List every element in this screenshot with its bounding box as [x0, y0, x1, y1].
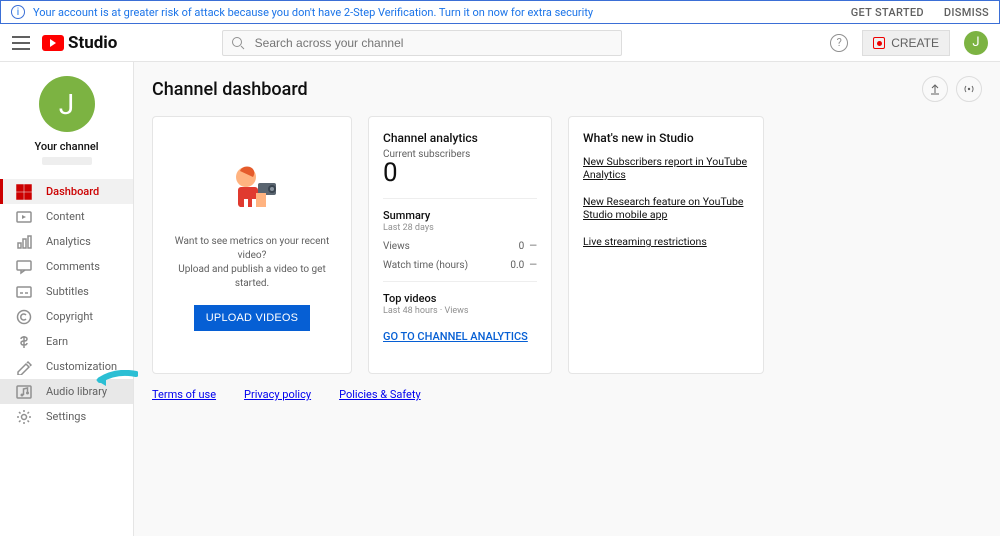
copyright-icon — [16, 309, 32, 325]
help-icon[interactable]: ? — [830, 34, 848, 52]
upload-line1: Want to see metrics on your recent video… — [169, 235, 335, 263]
upload-prompt-card: Want to see metrics on your recent video… — [152, 116, 352, 374]
sidebar-item-label: Copyright — [46, 310, 93, 323]
news-title: What's new in Studio — [583, 131, 749, 145]
create-button[interactable]: CREATE — [862, 30, 950, 56]
youtube-icon — [42, 35, 64, 51]
customization-icon — [16, 359, 32, 375]
app-header: Studio ? CREATE J — [0, 24, 1000, 62]
channel-name-redacted — [42, 157, 92, 165]
search-icon — [231, 36, 245, 50]
menu-icon[interactable] — [12, 36, 30, 50]
sidebar-item-label: Content — [46, 210, 85, 223]
record-icon — [873, 37, 885, 49]
sidebar-item-comments[interactable]: Comments — [0, 254, 133, 279]
subtitles-icon — [16, 284, 32, 300]
news-item[interactable]: New Subscribers report in YouTube Analyt… — [583, 155, 749, 181]
sidebar-item-copyright[interactable]: Copyright — [0, 304, 133, 329]
go-to-analytics-link[interactable]: GO TO CHANNEL ANALYTICS — [383, 330, 528, 343]
footer-terms[interactable]: Terms of use — [152, 388, 216, 401]
sidebar-item-analytics[interactable]: Analytics — [0, 229, 133, 254]
banner-message-link[interactable]: Your account is at greater risk of attac… — [33, 6, 593, 19]
banner-dismiss[interactable]: DISMISS — [944, 6, 989, 19]
sidebar-item-label: Dashboard — [46, 185, 99, 198]
news-item[interactable]: Live streaming restrictions — [583, 235, 749, 248]
brand-text: Studio — [68, 33, 117, 53]
analytics-title: Channel analytics — [383, 131, 537, 145]
upload-illustration — [220, 159, 284, 223]
sidebar-item-label: Earn — [46, 335, 68, 348]
content-icon — [16, 209, 32, 225]
sidebar-item-subtitles[interactable]: Subtitles — [0, 279, 133, 304]
news-item[interactable]: New Research feature on YouTube Studio m… — [583, 195, 749, 221]
create-label: CREATE — [891, 36, 939, 50]
sidebar-item-earn[interactable]: Earn — [0, 329, 133, 354]
avatar[interactable]: J — [964, 31, 988, 55]
stat-delta: — — [529, 260, 537, 271]
gear-icon — [16, 409, 32, 425]
earn-icon — [16, 334, 32, 350]
sidebar-item-label: Analytics — [46, 235, 91, 248]
annotation-arrow — [96, 370, 138, 394]
sidebar-item-settings[interactable]: Settings — [0, 404, 133, 429]
info-icon: i — [11, 5, 25, 19]
banner-get-started[interactable]: GET STARTED — [851, 6, 924, 19]
top-videos-sub: Last 48 hours · Views — [383, 306, 537, 316]
channel-avatar: J — [39, 76, 95, 132]
search-box[interactable] — [222, 30, 622, 56]
sidebar-item-content[interactable]: Content — [0, 204, 133, 229]
search-input[interactable] — [255, 36, 613, 50]
stat-label: Views — [383, 241, 410, 252]
stat-delta: — — [529, 241, 537, 252]
upload-icon-button[interactable] — [922, 76, 948, 102]
dashboard-icon — [16, 184, 32, 200]
channel-analytics-card: Channel analytics Current subscribers 0 … — [368, 116, 552, 374]
footer-policies[interactable]: Policies & Safety — [339, 388, 421, 401]
comments-icon — [16, 259, 32, 275]
whats-new-card: What's new in Studio New Subscribers rep… — [568, 116, 764, 374]
go-live-icon-button[interactable] — [956, 76, 982, 102]
sidebar: J Your channel Dashboard Content Analyti… — [0, 62, 134, 536]
channel-block[interactable]: J Your channel — [0, 62, 133, 173]
logo[interactable]: Studio — [42, 33, 117, 53]
summary-period: Last 28 days — [383, 223, 537, 233]
audio-icon — [16, 384, 32, 400]
stat-label: Watch time (hours) — [383, 260, 468, 271]
upload-videos-button[interactable]: UPLOAD VIDEOS — [194, 305, 310, 331]
top-videos-title: Top videos — [383, 292, 537, 305]
main-content: Channel dashboard Want to see — [134, 62, 1000, 536]
sidebar-item-dashboard[interactable]: Dashboard — [0, 179, 133, 204]
stat-value: 0.0 — [510, 260, 524, 271]
summary-title: Summary — [383, 209, 537, 222]
sidebar-item-label: Subtitles — [46, 285, 89, 298]
subs-value: 0 — [383, 158, 537, 188]
page-title: Channel dashboard — [152, 79, 308, 100]
upload-line2: Upload and publish a video to get starte… — [169, 263, 335, 291]
channel-label: Your channel — [0, 140, 133, 153]
analytics-icon — [16, 234, 32, 250]
stat-value: 0 — [519, 241, 525, 252]
sidebar-item-label: Comments — [46, 260, 100, 273]
sidebar-item-label: Settings — [46, 410, 86, 423]
footer-privacy[interactable]: Privacy policy — [244, 388, 311, 401]
security-banner: i Your account is at greater risk of att… — [0, 0, 1000, 24]
